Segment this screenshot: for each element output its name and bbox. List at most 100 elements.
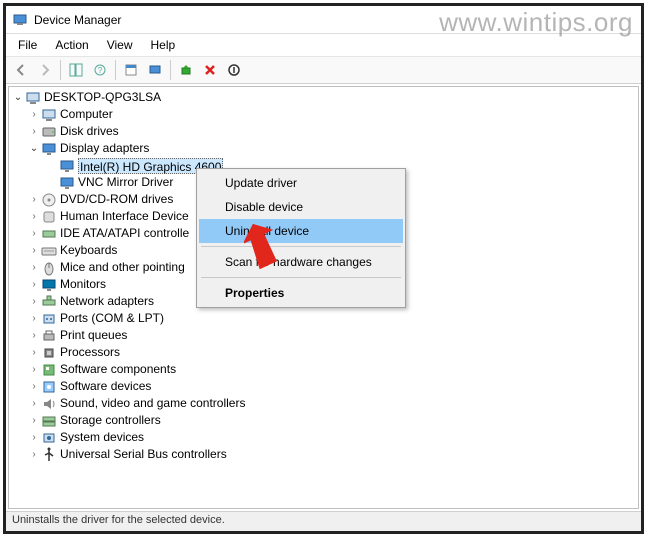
port-icon <box>41 311 57 327</box>
context-menu-item[interactable]: Uninstall device <box>199 219 403 243</box>
menu-bar: File Action View Help <box>6 34 641 56</box>
storage-icon <box>41 413 57 429</box>
expand-arrow[interactable]: › <box>27 327 41 344</box>
toolbar-separator <box>60 60 61 80</box>
expand-arrow[interactable]: › <box>27 412 41 429</box>
title-bar[interactable]: Device Manager <box>6 6 641 34</box>
toolbar: ? <box>6 56 641 84</box>
optical-icon <box>41 192 57 208</box>
tree-category[interactable]: › System devices <box>9 429 638 446</box>
display-icon <box>59 175 75 191</box>
expand-arrow[interactable]: › <box>27 344 41 361</box>
help-button[interactable]: ? <box>89 59 111 81</box>
svg-text:?: ? <box>98 66 103 75</box>
expand-arrow[interactable]: › <box>27 276 41 293</box>
tree-category[interactable]: ›Software devices <box>9 378 638 395</box>
status-text: Uninstalls the driver for the selected d… <box>12 514 225 526</box>
display-icon <box>59 158 75 174</box>
expand-arrow[interactable]: › <box>27 259 41 276</box>
menu-help[interactable]: Help <box>143 36 184 54</box>
category-label: Computer <box>60 106 113 123</box>
menu-view[interactable]: View <box>99 36 141 54</box>
app-icon <box>12 12 28 28</box>
context-menu: Update driverDisable deviceUninstall dev… <box>196 168 406 308</box>
cpu-icon <box>41 345 57 361</box>
category-label: Human Interface Device <box>60 208 189 225</box>
mouse-icon <box>41 260 57 276</box>
context-menu-item[interactable]: Properties <box>199 281 403 305</box>
expand-arrow[interactable]: › <box>27 310 41 327</box>
root-label: DESKTOP-QPG3LSA <box>44 89 161 106</box>
category-label: Monitors <box>60 276 106 293</box>
context-menu-item[interactable]: Scan for hardware changes <box>199 250 403 274</box>
disk-icon <box>41 124 57 140</box>
uninstall-button[interactable] <box>199 59 221 81</box>
swcomp-icon <box>41 362 57 378</box>
expand-arrow[interactable]: › <box>27 293 41 310</box>
expand-arrow[interactable]: › <box>27 208 41 225</box>
expand-arrow[interactable]: ⌄ <box>27 140 41 157</box>
collapse-arrow[interactable]: ⌄ <box>11 89 25 106</box>
category-label: Storage controllers <box>60 412 161 429</box>
device-label: VNC Mirror Driver <box>78 174 173 191</box>
tree-category[interactable]: › Disk drives <box>9 123 638 140</box>
category-label: System devices <box>60 429 144 446</box>
expand-arrow[interactable]: › <box>27 378 41 395</box>
system-icon <box>41 430 57 446</box>
expand-arrow[interactable]: › <box>27 429 41 446</box>
tree-category[interactable]: ›Universal Serial Bus controllers <box>9 446 638 463</box>
network-icon <box>41 294 57 310</box>
menu-action[interactable]: Action <box>47 36 96 54</box>
expand-arrow[interactable]: › <box>27 123 41 140</box>
expand-arrow[interactable]: › <box>27 446 41 463</box>
expand-arrow[interactable]: › <box>27 395 41 412</box>
category-label: Disk drives <box>60 123 119 140</box>
back-button[interactable] <box>10 59 32 81</box>
expand-arrow[interactable]: › <box>27 225 41 242</box>
usb-icon <box>41 447 57 463</box>
category-label: IDE ATA/ATAPI controlle <box>60 225 189 242</box>
category-label: Processors <box>60 344 120 361</box>
menu-separator <box>201 246 401 247</box>
sound-icon <box>41 396 57 412</box>
context-menu-item[interactable]: Disable device <box>199 195 403 219</box>
category-label: Display adapters <box>60 140 149 157</box>
refresh-button[interactable] <box>144 59 166 81</box>
show-hide-tree-button[interactable] <box>65 59 87 81</box>
category-label: Network adapters <box>60 293 154 310</box>
tree-category[interactable]: › Computer <box>9 106 638 123</box>
ide-icon <box>41 226 57 242</box>
tree-category[interactable]: › Storage controllers <box>9 412 638 429</box>
category-label: Mice and other pointing <box>60 259 185 276</box>
tree-category[interactable]: ›Print queues <box>9 327 638 344</box>
menu-separator <box>201 277 401 278</box>
category-label: Software components <box>60 361 176 378</box>
expand-arrow[interactable]: › <box>27 361 41 378</box>
display-icon <box>41 141 57 157</box>
category-label: Sound, video and game controllers <box>60 395 245 412</box>
category-label: DVD/CD-ROM drives <box>60 191 173 208</box>
expand-arrow[interactable]: › <box>27 242 41 259</box>
tree-category[interactable]: › Processors <box>9 344 638 361</box>
hid-icon <box>41 209 57 225</box>
expand-arrow[interactable]: › <box>27 191 41 208</box>
tree-category[interactable]: › Software components <box>9 361 638 378</box>
forward-button[interactable] <box>34 59 56 81</box>
context-menu-item[interactable]: Update driver <box>199 171 403 195</box>
swdev-icon <box>41 379 57 395</box>
monitor-icon <box>41 277 57 293</box>
printer-icon <box>41 328 57 344</box>
computer-icon <box>41 107 57 123</box>
tree-category[interactable]: ⌄ Display adapters <box>9 140 638 157</box>
toolbar-separator <box>170 60 171 80</box>
computer-icon <box>25 90 41 106</box>
properties-button[interactable] <box>120 59 142 81</box>
tree-root[interactable]: ⌄ DESKTOP-QPG3LSA <box>9 89 638 106</box>
disable-button[interactable] <box>223 59 245 81</box>
tree-category[interactable]: › Sound, video and game controllers <box>9 395 638 412</box>
update-driver-button[interactable] <box>175 59 197 81</box>
window-frame: Device Manager File Action View Help ? ⌄… <box>3 3 644 534</box>
expand-arrow[interactable]: › <box>27 106 41 123</box>
tree-category[interactable]: ›Ports (COM & LPT) <box>9 310 638 327</box>
menu-file[interactable]: File <box>10 36 45 54</box>
